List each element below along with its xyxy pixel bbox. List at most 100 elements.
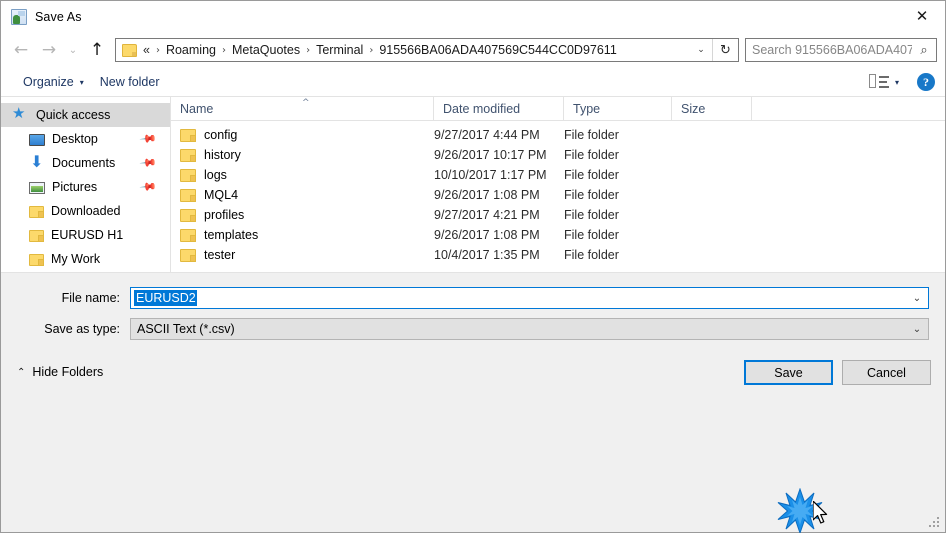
navigation-pane: Quick access Desktop 📌 Documents 📌 Pictu… bbox=[1, 97, 171, 272]
chevron-right-icon: › bbox=[369, 44, 374, 56]
folder-icon bbox=[180, 248, 196, 262]
new-folder-button[interactable]: New folder bbox=[92, 70, 168, 94]
folder-icon bbox=[180, 168, 196, 182]
sidebar-item-my-work[interactable]: My Work bbox=[1, 247, 170, 271]
file-name-cell: MQL4 bbox=[171, 188, 434, 202]
title-bar: Save As ✕ bbox=[1, 1, 945, 32]
window-title: Save As bbox=[35, 9, 82, 24]
breadcrumb-item-roaming[interactable]: Roaming bbox=[166, 43, 216, 57]
save-as-type-select[interactable]: ASCII Text (*.csv) ⌄ bbox=[130, 318, 929, 340]
chevron-down-icon[interactable]: ⌄ bbox=[906, 319, 928, 339]
documents-icon bbox=[29, 152, 45, 171]
search-input[interactable]: Search 915566BA06ADA40756... ⌕ bbox=[745, 38, 937, 62]
sidebar-item-label: Desktop bbox=[52, 132, 98, 146]
sidebar-item-quantaction-signal[interactable]: QuantAction Signal bbox=[1, 271, 170, 272]
table-row[interactable]: config 9/27/2017 4:44 PM File folder bbox=[171, 125, 945, 145]
column-header-size[interactable]: Size bbox=[672, 96, 752, 121]
save-form: File name: EURUSD2 ⌄ Save as type: ASCII… bbox=[1, 273, 945, 349]
save-button[interactable]: Save bbox=[744, 360, 833, 385]
column-label: Type bbox=[573, 101, 601, 116]
change-view-icon[interactable] bbox=[868, 74, 889, 90]
save-as-type-value: ASCII Text (*.csv) bbox=[137, 322, 235, 336]
file-type: File folder bbox=[564, 188, 619, 202]
file-type: File folder bbox=[564, 148, 619, 162]
file-list: ^ Name Date modified Type Size config 9/… bbox=[171, 96, 945, 272]
column-header-name[interactable]: ^ Name bbox=[171, 96, 434, 121]
save-as-type-row: Save as type: ASCII Text (*.csv) ⌄ bbox=[17, 318, 929, 340]
breadcrumb[interactable]: « › Roaming › MetaQuotes › Terminal › 91… bbox=[115, 38, 739, 62]
chevron-right-icon: › bbox=[306, 44, 311, 56]
file-type: File folder bbox=[564, 208, 619, 222]
file-name-cell: logs bbox=[171, 168, 434, 182]
organize-button[interactable]: Organize ▾ bbox=[15, 70, 92, 94]
sidebar-item-label: My Work bbox=[51, 252, 101, 266]
chevron-down-icon[interactable]: ⌄ bbox=[690, 39, 712, 61]
table-row[interactable]: profiles 9/27/2017 4:21 PM File folder bbox=[171, 205, 945, 225]
sidebar-item-documents[interactable]: Documents 📌 bbox=[1, 151, 170, 175]
sidebar-item-pictures[interactable]: Pictures 📌 bbox=[1, 175, 170, 199]
file-name-label: File name: bbox=[61, 291, 120, 305]
file-date: 9/26/2017 1:08 PM bbox=[434, 228, 540, 242]
breadcrumb-overflow[interactable]: « bbox=[142, 43, 150, 57]
table-row[interactable]: templates 9/26/2017 1:08 PM File folder bbox=[171, 225, 945, 245]
pin-icon: 📌 bbox=[138, 177, 158, 197]
view-dropdown-button[interactable]: ▾ bbox=[891, 70, 903, 94]
chevron-right-icon: › bbox=[155, 44, 160, 56]
table-row[interactable]: MQL4 9/26/2017 1:08 PM File folder bbox=[171, 185, 945, 205]
file-name-input[interactable]: EURUSD2 ⌄ bbox=[130, 287, 929, 309]
save-as-icon bbox=[11, 8, 27, 25]
file-name: templates bbox=[204, 228, 259, 242]
file-name: profiles bbox=[204, 208, 245, 222]
table-row[interactable]: logs 10/10/2017 1:17 PM File folder bbox=[171, 165, 945, 185]
file-name: logs bbox=[204, 168, 227, 182]
column-headers: ^ Name Date modified Type Size bbox=[171, 96, 945, 121]
sidebar-item-label: Downloaded bbox=[51, 204, 121, 218]
file-name-cell: config bbox=[171, 128, 434, 142]
pin-icon: 📌 bbox=[138, 129, 158, 149]
close-icon[interactable]: ✕ bbox=[899, 1, 945, 31]
folder-icon bbox=[29, 254, 44, 266]
file-name-cell: tester bbox=[171, 248, 434, 262]
resize-grip[interactable] bbox=[929, 517, 941, 529]
file-name: tester bbox=[204, 248, 236, 262]
file-name: MQL4 bbox=[204, 188, 239, 202]
sidebar-item-desktop[interactable]: Desktop 📌 bbox=[1, 127, 170, 151]
recent-locations-icon[interactable]: ⌄ bbox=[63, 37, 83, 63]
chevron-down-icon: ▾ bbox=[79, 77, 84, 87]
help-icon[interactable]: ? bbox=[917, 73, 935, 91]
save-as-type-label: Save as type: bbox=[44, 322, 120, 336]
table-row[interactable]: history 9/26/2017 10:17 PM File folder bbox=[171, 145, 945, 165]
forward-icon[interactable]: → bbox=[35, 37, 63, 63]
file-name: config bbox=[204, 128, 238, 142]
breadcrumb-item-terminal[interactable]: Terminal bbox=[316, 43, 363, 57]
sidebar-item-label: Pictures bbox=[52, 180, 98, 194]
file-name-cell: templates bbox=[171, 228, 434, 242]
folder-icon bbox=[180, 228, 196, 242]
file-name-row: File name: EURUSD2 ⌄ bbox=[17, 287, 929, 309]
column-header-date-modified[interactable]: Date modified bbox=[434, 96, 564, 121]
pin-icon: 📌 bbox=[138, 153, 158, 173]
folder-icon bbox=[180, 148, 196, 162]
sidebar-item-downloaded[interactable]: Downloaded bbox=[1, 199, 170, 223]
up-icon[interactable]: ↑ bbox=[83, 37, 111, 63]
sidebar-item-label: Quick access bbox=[36, 108, 111, 122]
organize-label: Organize bbox=[23, 75, 74, 89]
sidebar-item-label: EURUSD H1 bbox=[51, 228, 124, 242]
file-date: 10/10/2017 1:17 PM bbox=[434, 168, 547, 182]
file-date: 10/4/2017 1:35 PM bbox=[434, 248, 540, 262]
dialog-body: Quick access Desktop 📌 Documents 📌 Pictu… bbox=[1, 96, 945, 273]
breadcrumb-item-terminal-id[interactable]: 915566BA06ADA407569C544CC0D97611 bbox=[379, 43, 616, 57]
sidebar-item-quick-access[interactable]: Quick access bbox=[1, 103, 170, 127]
sidebar-item-eurusd-h1[interactable]: EURUSD H1 bbox=[1, 223, 170, 247]
breadcrumb-item-metaquotes[interactable]: MetaQuotes bbox=[232, 43, 300, 57]
refresh-icon[interactable]: ↻ bbox=[713, 39, 738, 61]
hide-folders-button[interactable]: ⌃ Hide Folders bbox=[17, 365, 103, 379]
file-name-value: EURUSD2 bbox=[134, 290, 197, 306]
table-row[interactable]: tester 10/4/2017 1:35 PM File folder bbox=[171, 245, 945, 265]
back-icon[interactable]: ← bbox=[7, 37, 35, 63]
column-header-type[interactable]: Type bbox=[564, 96, 672, 121]
folder-icon bbox=[180, 128, 196, 142]
cancel-button[interactable]: Cancel bbox=[842, 360, 931, 385]
star-icon bbox=[12, 104, 29, 123]
chevron-down-icon[interactable]: ⌄ bbox=[906, 288, 928, 308]
